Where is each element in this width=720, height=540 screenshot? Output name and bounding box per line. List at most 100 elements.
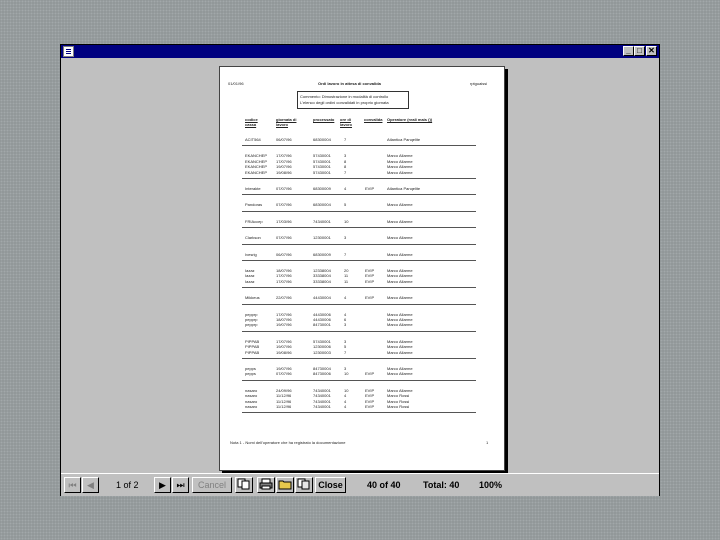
row-hours: 7 [344, 169, 347, 175]
row-day: 22/07/96 [276, 295, 292, 301]
row-validated: EVIP [365, 268, 375, 273]
maximize-button[interactable]: □ [634, 46, 645, 56]
row-operator: Marco Rossi [387, 393, 410, 399]
row-day: 07/07/96 [276, 186, 292, 191]
row-operator: Marco Allarme [387, 366, 413, 371]
col-header-validated: convalida [364, 117, 383, 122]
row-day: 17/07/96 [276, 153, 292, 159]
group-divider [242, 379, 476, 381]
last-page-button[interactable]: ⏭ [172, 477, 189, 493]
row-validated: EVIP [365, 398, 375, 404]
previous-page-button[interactable]: ◀ [82, 477, 99, 493]
row-operator: Marco Allarme [387, 251, 413, 257]
row-code: nasaro [245, 387, 258, 393]
col-header-day: giornata di lavoro [276, 117, 297, 127]
row-code: nasaro [245, 393, 258, 399]
report-date: 01/01/96 [228, 81, 244, 86]
row-hours: 4 [344, 186, 347, 191]
row-day: 19/07/96 [276, 344, 292, 350]
row-operator: Marco Allarme [387, 235, 413, 241]
minimize-button[interactable]: _ [623, 46, 634, 56]
first-page-button[interactable]: ⏮ [64, 477, 81, 493]
zoom-level: 100% [479, 480, 503, 490]
row-hours: 3 [344, 235, 347, 241]
row-code: pepps [245, 366, 256, 371]
zoom-page-button[interactable] [235, 477, 253, 493]
row-day: 07/07/96 [276, 235, 292, 241]
row-code: nasaro [245, 398, 258, 404]
row-hours: 7 [344, 251, 347, 257]
next-page-button[interactable]: ▶ [154, 477, 171, 493]
print-button[interactable] [257, 477, 275, 493]
row-process: 12338004 [313, 268, 331, 273]
row-hours: 7 [344, 137, 347, 142]
group-divider [242, 412, 476, 414]
group-divider [242, 227, 476, 229]
record-count: 40 of 40 [367, 480, 401, 490]
col-header-code: codice cassa [245, 117, 258, 127]
report-comment-box: Commento: Dimostrazione in modalità di c… [297, 91, 409, 109]
row-code: Pandoras [245, 202, 263, 208]
row-operator: Marco Allarme [387, 349, 413, 355]
row-operator: Marco Allarme [387, 158, 413, 164]
row-code: PIPPAB [245, 338, 260, 344]
export-button[interactable] [276, 477, 294, 493]
row-operator: Atlantica Panqelite [387, 137, 421, 142]
row-code: Mikkeus [245, 295, 260, 301]
row-operator: Marco Allarme [387, 295, 413, 301]
row-day: 19/07/96 [276, 366, 292, 371]
report-title: Ordi lavoro in attesa di convalida [318, 81, 381, 86]
row-process: 57430001 [313, 158, 331, 164]
printer-icon [259, 478, 273, 490]
row-hours: 7 [344, 349, 347, 355]
report-page[interactable]: 01/01/96 Ordi lavoro in attesa di conval… [219, 66, 505, 471]
title-bar[interactable]: _ □ ✕ [61, 45, 659, 58]
row-process: 44430006 [313, 317, 331, 322]
row-day: 17/07/96 [276, 273, 292, 279]
row-validated: EVIP [365, 186, 375, 191]
row-operator: Atlantica Panqelite [387, 186, 421, 191]
group-divider [242, 145, 476, 147]
report-viewer-window: _ □ ✕ 01/01/96 Ordi lavoro in attesa di … [60, 44, 660, 496]
row-day: 06/07/96 [276, 251, 292, 257]
preview-area[interactable]: 01/01/96 Ordi lavoro in attesa di conval… [61, 58, 659, 471]
row-day: 19/08/96 [276, 169, 292, 175]
row-operator: Marco Allarme [387, 153, 413, 159]
row-day: 11/12/96 [276, 404, 292, 409]
row-process: 68300004 [313, 137, 331, 142]
row-code: Iazaz [245, 268, 255, 273]
row-hours: 5 [344, 202, 347, 208]
row-process: 74340001 [313, 387, 331, 393]
row-code: pepprp [245, 322, 258, 328]
row-process: 84730006 [313, 371, 331, 377]
row-operator: Marco Allarme [387, 338, 413, 344]
group-divider [242, 358, 476, 359]
row-day: 07/07/96 [276, 202, 292, 208]
row-day: 06/07/96 [276, 137, 292, 142]
row-process: 74340001 [313, 393, 331, 399]
row-hours: 6 [344, 317, 347, 322]
col-header-operator: Operatore (reali mais ()) [387, 117, 433, 122]
copy-button[interactable] [295, 477, 313, 493]
report-comment-line1: Commento: Dimostrazione in modalità di c… [300, 94, 389, 99]
row-hours: 5 [344, 344, 347, 350]
group-divider [242, 303, 476, 305]
row-hours: 4 [344, 311, 347, 317]
row-process: 12300001 [313, 235, 331, 241]
row-operator: Marco Allarme [387, 387, 413, 393]
row-day: 07/07/96 [276, 371, 292, 377]
row-day: 18/07/96 [276, 268, 292, 273]
row-day: 19/08/96 [276, 349, 292, 355]
row-operator: Marco Allarme [387, 278, 413, 284]
row-process: 74340001 [313, 404, 331, 409]
copy-icon [297, 478, 310, 490]
cancel-button[interactable]: Cancel [192, 477, 232, 493]
row-process: 57430001 [313, 338, 331, 344]
row-code: PIPPAB [245, 344, 260, 350]
app-menu-icon[interactable] [63, 46, 74, 57]
row-code: EKANCHEP [245, 158, 268, 164]
row-code: EKANCHEP [245, 164, 268, 170]
close-window-button[interactable]: ✕ [646, 46, 657, 56]
close-button[interactable]: Close [315, 477, 346, 493]
group-divider [242, 243, 476, 245]
